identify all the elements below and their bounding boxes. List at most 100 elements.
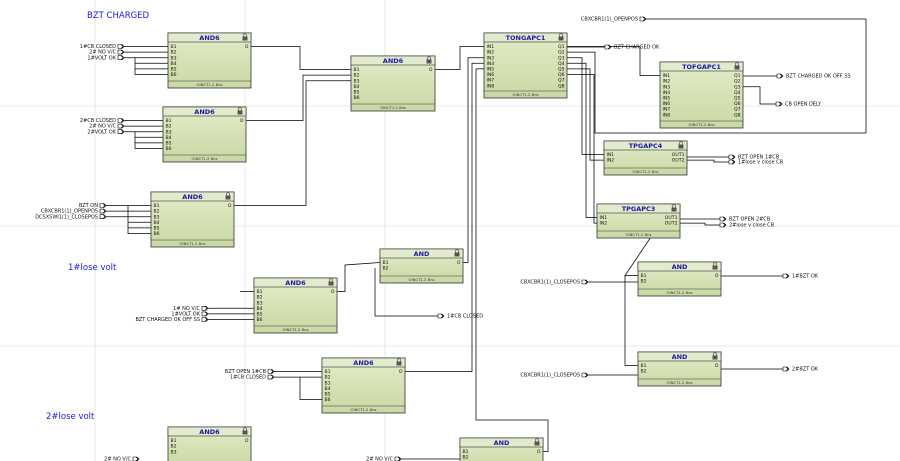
input-signal[interactable]: CBXCBR1(1)_OPENPOS	[581, 16, 647, 23]
input-pin: B4	[154, 220, 160, 226]
input-pin: IN8	[487, 83, 495, 89]
block-tongapc1[interactable]: TONGAPC1 IN1IN2IN3IN4IN5IN6IN7IN8 Q1Q2Q3Q4…	[483, 32, 568, 99]
block-title: AND6	[353, 359, 374, 367]
input-pin: IN2	[600, 221, 608, 227]
input-signal[interactable]: 1#CB CLOSED	[230, 374, 275, 381]
connector-icon	[719, 222, 727, 228]
input-pin: B6	[171, 72, 177, 78]
block-and6[interactable]: AND6 B1B2B3B4B5B6 O OINCT1.2 8ns	[162, 106, 247, 163]
connector-icon	[117, 129, 125, 134]
output-signal[interactable]: 1#lose v close CB	[728, 160, 784, 166]
connector-icon	[117, 123, 125, 129]
block-and[interactable]: AND B1B2 O OINCT1.2 8ns	[637, 261, 722, 297]
output-pin: Q2	[734, 79, 741, 85]
output-pin: Q5	[558, 67, 565, 73]
block-and6[interactable]: AND6 B1B2B3B4B5B6 O OINCT1.2 8ns	[253, 277, 338, 334]
block-and[interactable]: AND B1B2 O OINCT1.2 8ns	[637, 351, 722, 387]
block-and[interactable]: AND B1B2 O OINCT1.2 8ns	[379, 248, 464, 284]
block-footer: OINCT1.2 8ns	[667, 380, 693, 385]
input-pin: B4	[166, 135, 172, 141]
input-pin: B1	[166, 118, 172, 124]
block-footer: OINCT1.2 8ns	[633, 169, 659, 174]
input-pin: B1	[171, 438, 177, 444]
block-title: TPGAPC3	[622, 205, 656, 213]
input-pin: B2	[641, 369, 647, 375]
input-pin: B3	[325, 380, 331, 386]
block-and6[interactable]: AND6 B1B2B3B4B5B6 O OINCT1.2 8ns	[167, 32, 252, 89]
connector-icon	[201, 311, 209, 317]
output-signal[interactable]: CB OPEN DELY	[775, 102, 822, 108]
input-signal[interactable]: 2# NO V/C	[366, 457, 402, 461]
block-and6[interactable]: AND6 B1B2B3B4B5B6 O OINCT1.2 8ns	[321, 357, 406, 414]
input-pin: B2	[383, 266, 389, 272]
block-and[interactable]: AND B1B2 O	[459, 437, 544, 461]
block-title: AND	[672, 263, 688, 271]
input-pin: B3	[154, 214, 160, 220]
block-title: AND6	[199, 428, 220, 436]
input-signal[interactable]: 2# NO V/C	[104, 456, 140, 461]
block-title: AND6	[199, 34, 220, 42]
input-pin: IN5	[487, 67, 495, 73]
output-pin: Q2	[558, 50, 565, 56]
output-signal[interactable]: 2#BZT OK	[782, 366, 819, 373]
connector-icon	[117, 55, 125, 60]
output-pin: O	[429, 67, 433, 73]
input-signal-label: DCSXSWI1(1)_CLOSEPOS	[35, 214, 98, 220]
output-signal[interactable]: 1#CB CLOSED	[437, 314, 483, 320]
input-pin: B5	[154, 226, 160, 232]
output-signal-label: BZT CHARGED OK	[614, 45, 660, 51]
connector-icon	[639, 16, 647, 22]
block-title: AND6	[182, 193, 203, 201]
block-title: TOFGAPC1	[682, 63, 721, 71]
output-pin: Q8	[558, 83, 565, 89]
input-pin: B3	[166, 129, 172, 135]
output-signal-label: 1#lose v close CB	[738, 160, 784, 166]
output-pin: O	[245, 44, 249, 50]
input-pin: B1	[154, 203, 160, 209]
block-footer: OINCT1.2 8ns	[351, 407, 377, 412]
block-body	[659, 61, 744, 129]
output-signal-label: 2#BZT OK	[792, 367, 819, 373]
input-signal[interactable]: BZT CHARGED OK OFF SS	[135, 317, 209, 323]
input-pin: B2	[325, 375, 331, 381]
input-signal[interactable]: 2#VOLT OK	[87, 129, 125, 135]
block-tpgapc3[interactable]: TPGAPC3 IN1IN2 OUT1OUT2 OINCT1.2 8ns	[596, 203, 681, 239]
connector-icon	[267, 374, 275, 380]
connector-icon	[728, 154, 736, 160]
input-pin: B4	[325, 386, 331, 392]
block-tofgapc1[interactable]: TOFGAPC1 IN1IN2IN3IN4IN5IN6IN7IN8 Q1Q2Q3Q4…	[659, 61, 744, 129]
input-pin: IN1	[607, 152, 615, 158]
input-pin: B3	[171, 449, 177, 455]
connector-icon	[117, 49, 125, 55]
output-signal[interactable]: 1#BZT OK	[782, 274, 819, 280]
function-blocks: AND6B1B2B3B4B5B6OOINCT1.2 8nsAND6B1B2B3B…	[150, 32, 744, 461]
input-pin: B2	[171, 50, 177, 56]
input-pin: B1	[383, 260, 389, 266]
input-pin: B6	[154, 231, 160, 237]
block-footer: OINCT1.2 8ns	[197, 82, 223, 87]
connector-icon	[782, 366, 790, 372]
input-signal-label: 2# NO V/C	[104, 457, 131, 461]
input-pin: IN4	[663, 90, 671, 96]
block-and6[interactable]: AND6 B1B2B3B4B5B6 O OINCT1.2 8ns	[150, 191, 235, 248]
block-and6[interactable]: AND6 B1B2B3B4B5B6 O OINCT1.2 8ns	[350, 55, 436, 112]
output-pin: OUT2	[665, 221, 678, 227]
input-pin: IN3	[487, 55, 495, 61]
output-pin: Q7	[558, 78, 565, 84]
block-and6[interactable]: AND6 B1B2B3 O	[167, 426, 252, 461]
output-pin: O	[240, 118, 244, 124]
block-tpgapc4[interactable]: TPGAPC4 IN1IN2 OUT1OUT2 OINCT1.2 8ns	[603, 140, 688, 176]
block-title: AND	[414, 250, 430, 258]
input-signal[interactable]: DCSXSWI1(1)_CLOSEPOS	[35, 214, 107, 220]
output-signal[interactable]: BZT CHARGED OK	[604, 44, 660, 51]
connector-icon	[604, 44, 612, 50]
input-signal[interactable]: 1#VOLT OK	[87, 55, 125, 61]
output-signal[interactable]: 2#lose v close CB	[719, 222, 775, 229]
output-signal[interactable]: BZT CHARGED OK OFF SS	[776, 74, 851, 80]
note-bzt-charged: BZT CHARGED	[87, 11, 150, 21]
input-signal[interactable]: CBXCBR1(1)_CLOSEPOS	[520, 280, 589, 286]
input-pin: B2	[641, 279, 647, 285]
input-signal[interactable]: CBXCBR1(1)_CLOSEPOS	[520, 373, 589, 379]
connector-icon	[132, 456, 140, 461]
input-signal-label: CBXCBR1(1)_CLOSEPOS	[520, 280, 580, 286]
